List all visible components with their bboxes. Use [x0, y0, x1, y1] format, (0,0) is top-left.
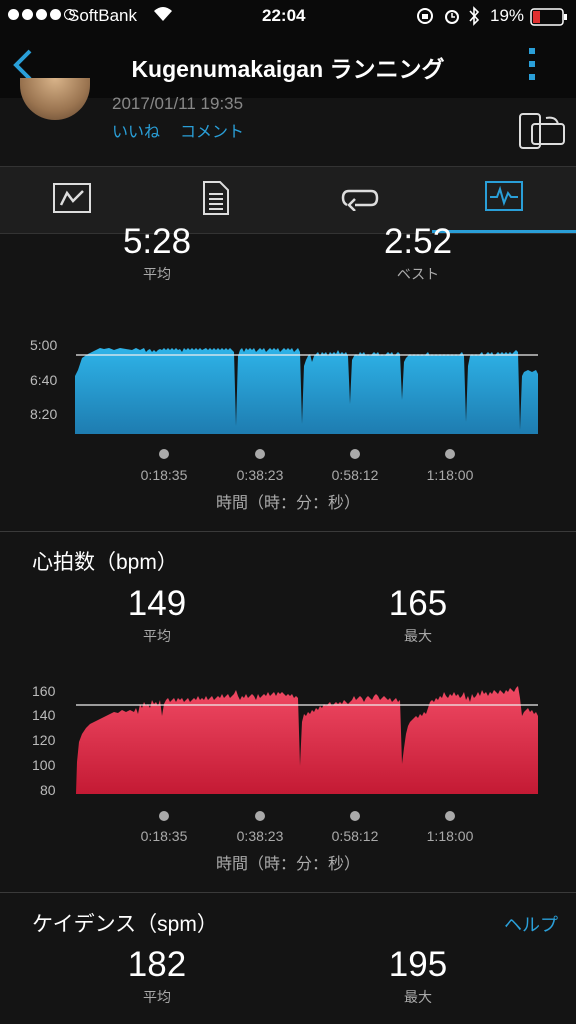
heart-y-tick: 100 [32, 757, 56, 773]
document-icon [202, 180, 230, 221]
pace-x-tick: 0:58:12 [331, 467, 379, 483]
heart-average-label: 平均 [143, 628, 171, 644]
cadence-max-value: 195 [388, 945, 448, 984]
heart-x-tick: 0:38:23 [236, 828, 284, 844]
device-sync-icon[interactable] [518, 110, 566, 159]
chart-icon [485, 181, 523, 216]
cadence-title: ケイデンス（spm） [32, 913, 218, 936]
avatar[interactable] [20, 78, 90, 120]
heart-rate-area [76, 686, 538, 794]
pace-x-tick-marker [159, 449, 169, 459]
signal-strength-icon [8, 9, 75, 20]
heart-y-tick: 160 [32, 683, 56, 699]
cadence-average-label: 平均 [143, 989, 171, 1005]
heart-rate-chart[interactable] [74, 682, 540, 796]
heart-y-tick: 120 [32, 732, 56, 748]
pace-best-label: ベスト [396, 266, 440, 282]
heart-x-tick-marker [159, 811, 169, 821]
carrier-label: SoftBank [68, 6, 137, 25]
heart-max-label: 最大 [404, 628, 432, 644]
battery-icon [530, 8, 568, 31]
activity-header: 2017/01/11 19:35 いいね コメント [0, 78, 576, 167]
heart-average-value: 149 [127, 584, 187, 623]
pace-average-label: 平均 [143, 266, 171, 282]
heart-x-tick: 0:58:12 [331, 828, 379, 844]
pace-y-tick: 5:00 [30, 337, 58, 353]
cadence-max-label: 最大 [404, 989, 432, 1005]
heart-x-tick-marker [445, 811, 455, 821]
cadence-average-value: 182 [127, 945, 187, 984]
pace-average-value: 5:28 [122, 222, 192, 261]
pace-area [75, 348, 538, 434]
status-bar: SoftBank 22:04 19% [0, 0, 576, 32]
heart-x-axis-title: 時間（時：分：秒） [215, 856, 360, 873]
pace-best-value: 2:52 [383, 222, 453, 261]
heart-y-tick: 140 [32, 707, 56, 723]
pace-x-tick: 0:38:23 [236, 467, 284, 483]
pace-chart[interactable] [74, 326, 540, 436]
comment-link[interactable]: コメント [180, 118, 244, 142]
battery-percent: 19% [490, 6, 525, 25]
heart-x-tick-marker [350, 811, 360, 821]
heart-rate-title: 心拍数（bpm） [32, 551, 178, 574]
rotation-lock-icon [416, 7, 434, 30]
heart-x-tick-marker [255, 811, 265, 821]
heart-max-value: 165 [388, 584, 448, 623]
divider [0, 531, 576, 532]
overview-icon [53, 182, 91, 218]
pace-x-tick-marker [445, 449, 455, 459]
heart-y-tick: 80 [40, 782, 56, 798]
pace-x-tick: 1:18:00 [426, 467, 474, 483]
help-link[interactable]: ヘルプ [504, 911, 558, 937]
pace-x-tick-marker [255, 449, 265, 459]
heart-x-tick: 0:18:35 [140, 828, 188, 844]
alarm-icon [443, 7, 461, 30]
loop-icon [341, 185, 379, 216]
pace-x-tick: 0:18:35 [140, 467, 188, 483]
clock: 22:04 [262, 6, 306, 25]
wifi-icon [152, 5, 174, 28]
pace-x-tick-marker [350, 449, 360, 459]
heart-x-tick: 1:18:00 [426, 828, 474, 844]
more-menu-button[interactable] [526, 46, 538, 87]
bluetooth-icon [468, 6, 480, 31]
activity-datetime: 2017/01/11 19:35 [112, 94, 244, 113]
like-link[interactable]: いいね [112, 118, 160, 142]
pace-y-tick: 6:40 [30, 372, 58, 388]
pace-x-axis-title: 時間（時：分：秒） [215, 495, 360, 512]
pace-y-tick: 8:20 [30, 406, 58, 422]
divider [0, 892, 576, 893]
